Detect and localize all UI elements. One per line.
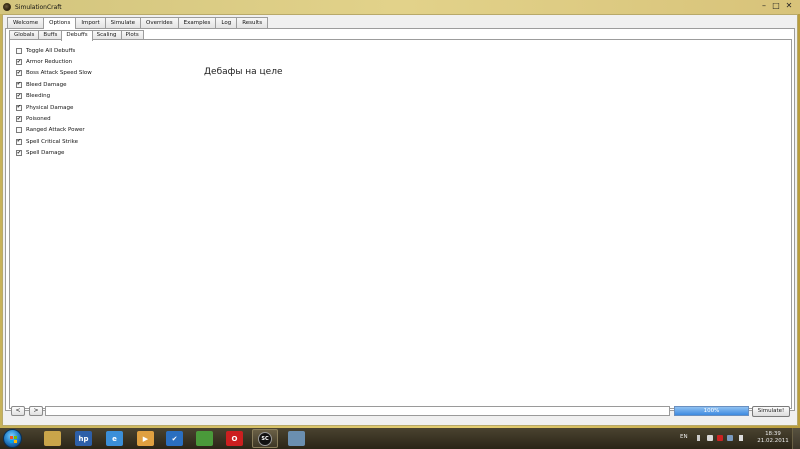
tab-import[interactable]: Import [75,17,106,28]
simulationcraft-app-icon [3,3,11,11]
media-player-icon[interactable]: ▶ [137,431,154,446]
debuff-checkbox[interactable]: ✔ [16,70,22,77]
debuff-label: Bleeding [26,93,51,100]
language-indicator[interactable]: EN [680,434,688,440]
debuff-label: Armor Reduction [26,59,73,66]
debuff-option[interactable]: ✔ Bleeding [16,91,92,102]
internet-explorer-icon[interactable]: e [106,431,123,446]
settings-app-icon[interactable] [288,431,305,446]
progress-text: 100% [703,408,720,414]
tray-arrow-icon[interactable] [697,435,703,441]
security-alert-icon[interactable] [717,435,723,441]
action-center-icon[interactable] [707,435,713,441]
debuff-option[interactable]: ✔ Spell Critical Strike [16,136,92,147]
debuff-label: Poisoned [26,116,51,123]
debuff-checkbox[interactable]: ✔ [16,104,22,111]
debuff-checkbox[interactable]: ✔ [16,81,22,88]
start-button[interactable] [3,429,22,448]
command-line-input[interactable] [45,406,670,416]
debuff-label: Ranged Attack Power [26,127,85,134]
window-title: SimulationCraft [15,3,62,11]
simulate-button[interactable]: Simulate! [752,406,790,417]
clock-date: 21.02.2011 [757,438,789,444]
window-controls: – □ ✕ [758,0,796,12]
system-clock[interactable]: 18:39 21.02.2011 [757,431,789,445]
checkmark-app-icon[interactable]: ✔ [166,431,183,446]
debuff-option[interactable]: Toggle All Debuffs [16,45,92,56]
debuff-option[interactable]: ✔ Armor Reduction [16,56,92,67]
debuff-label: Spell Critical Strike [26,138,78,145]
simulation-progress-bar: 100% [674,406,749,416]
forward-button[interactable]: > [29,406,43,416]
minimize-button[interactable]: – [758,0,770,10]
clock-time: 18:39 [765,431,781,437]
overlay-caption: Дебафы на целе [204,67,283,77]
back-button[interactable]: < [11,406,25,416]
debuff-option[interactable]: ✔ Physical Damage [16,102,92,113]
windows-taskbar: hp e ▶ ✔ O SC EN 18:39 21.02.2011 [0,428,800,449]
show-desktop-button[interactable] [792,428,800,449]
tab-results[interactable]: Results [236,17,269,28]
tab-welcome[interactable]: Welcome [7,17,45,28]
debuff-label: Toggle All Debuffs [26,47,76,54]
tab-overrides[interactable]: Overrides [139,17,179,28]
tab-simulate[interactable]: Simulate [104,17,141,28]
windows-logo-icon [10,436,17,443]
main-tabs: Welcome Options Import Simulate Overrides Exa… [7,17,269,29]
debuff-checkbox[interactable]: ✔ [16,116,22,123]
debuff-label: Spell Damage [26,150,65,157]
debuff-option[interactable]: ✔ Spell Damage [16,148,92,159]
debuff-option[interactable]: ✔ Poisoned [16,113,92,124]
debuff-label: Bleed Damage [26,81,67,88]
cash-app-icon[interactable] [196,431,213,446]
simulationcraft-logo: SC [258,431,272,446]
tab-log[interactable]: Log [215,17,238,28]
debuff-checkbox[interactable]: ✔ [16,93,22,100]
network-icon[interactable] [727,435,733,441]
debuff-option[interactable]: ✔ Boss Attack Speed Slow [16,68,92,79]
maximize-button[interactable]: □ [770,0,782,10]
window-title-bar[interactable]: SimulationCraft – □ ✕ [0,0,800,14]
debuff-checkbox[interactable] [16,127,22,134]
debuff-option[interactable]: Ranged Attack Power [16,125,92,136]
hp-icon[interactable]: hp [75,431,92,446]
tab-options[interactable]: Options [43,17,77,29]
tab-examples[interactable]: Examples [177,17,217,28]
options-pane: Globals Buffs Debuffs Scaling Plots Toggle A… [5,28,795,411]
debuff-checkbox-list: Toggle All Debuffs ✔ Armor Reduction ✔ Boss … [16,45,92,159]
debuff-checkbox[interactable]: ✔ [16,138,22,145]
debuff-checkbox[interactable]: ✔ [16,59,22,66]
debuff-option[interactable]: ✔ Bleed Damage [16,79,92,90]
opera-icon[interactable]: O [226,431,243,446]
debuff-checkbox[interactable] [16,47,22,54]
debuff-label: Boss Attack Speed Slow [26,70,92,77]
close-button[interactable]: ✕ [782,0,796,10]
debuffs-pane: Toggle All Debuffs ✔ Armor Reduction ✔ Boss … [9,39,792,409]
explorer-icon[interactable] [44,431,61,446]
subtab-debuffs[interactable]: Debuffs [61,30,93,41]
debuff-checkbox[interactable]: ✔ [16,150,22,157]
simulationcraft-icon[interactable]: SC [252,429,278,448]
debuff-label: Physical Damage [26,104,74,111]
volume-icon[interactable] [739,435,745,441]
main-window: Welcome Options Import Simulate Overrides Exa… [2,14,798,426]
